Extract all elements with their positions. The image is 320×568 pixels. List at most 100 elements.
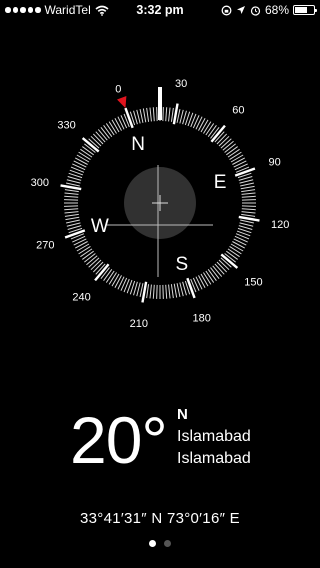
dial-tick [179,109,184,124]
dial-tick [224,143,236,153]
dial-tick [203,272,212,285]
dial-tick [230,243,244,252]
heading-readout: 20° N Islamabad Islamabad [0,400,320,480]
page-control[interactable] [0,540,320,547]
dial-tick [176,283,181,298]
dial-tick [233,238,247,246]
dial-tick [170,284,174,299]
page-dot-compass[interactable] [149,540,156,547]
degree-label: 180 [193,313,211,325]
battery-percent: 68% [264,3,289,17]
dial-tick [117,276,125,290]
dial-tick [64,195,79,198]
dial-tick [241,195,256,198]
degree-label: 60 [232,105,244,117]
dial-tick [103,125,113,137]
dial-tick [195,116,203,130]
dial-tick [65,219,80,224]
dial-tick [200,273,209,287]
dial-tick [136,109,141,124]
dial-tick [78,151,91,160]
dial-tick [92,133,104,145]
dial-tick [186,277,196,299]
dial-tick [239,179,254,184]
dial-tick [146,107,150,122]
dial-tick [84,253,96,263]
dial-tick [73,160,87,168]
dial-tick [226,146,238,156]
dial-tick [240,185,255,190]
dial-tick [200,119,209,133]
degree-label: 120 [271,219,289,231]
dial-tick [124,107,134,129]
dial-tick [173,283,178,298]
heading-direction: N [177,406,188,423]
dial-tick [66,222,81,227]
dial-tick [234,167,256,177]
dial-tick [195,276,203,290]
dial-tick [216,261,228,273]
dial-tick [105,123,115,136]
dial-tick [64,192,79,195]
dial-tick [214,263,225,275]
dial-tick [103,269,113,281]
dial-tick [108,272,117,285]
dial-tick [78,246,91,255]
dial-tick [198,118,206,131]
degree-label: 150 [244,276,262,288]
dial-tick [64,208,79,211]
dial-tick [146,284,150,299]
dial-tick [142,108,147,123]
dial-tick [232,157,245,165]
dial-tick [82,250,94,260]
dial-tick [86,255,98,266]
status-right: 68% [221,3,317,17]
dial-tick [92,261,104,273]
dial-tick [230,154,244,163]
dial-tick [136,282,141,297]
dial-tick [203,121,212,134]
degree-label: 210 [130,318,148,330]
dial-tick [207,125,217,137]
dial-tick [226,250,238,260]
degree-label: 300 [31,177,49,189]
dial-tick [227,248,240,258]
dial-tick [198,275,206,288]
dial-tick [232,241,245,249]
dial-tick [240,182,255,187]
degree-label: 270 [36,240,54,252]
degree-label: 0 [115,83,121,95]
dial-tick [114,118,122,131]
dial-tick [64,213,79,217]
dial-tick [241,211,256,214]
dial-tick [227,148,240,158]
dial-tick [241,189,256,193]
dial-tick [216,133,228,145]
status-bar: WaridTel 3:32 pm 68% [0,0,320,20]
gps-coordinates: 33°41′31″ N 73°0′16″ E [80,510,240,527]
dial-tick [64,211,79,214]
dial-tick [239,222,254,227]
dial-tick [207,269,217,281]
dial-tick [170,107,174,122]
dial-tick [165,284,168,299]
dial-tick [220,138,232,149]
dial-tick [111,119,120,133]
page-dot-level[interactable] [164,540,171,547]
dial-tick [64,189,79,193]
dial-tick [75,157,88,165]
dial-tick [240,219,255,224]
compass-dial[interactable]: 0 30 60 90 120 150 180 210 240 270 300 330 N E S W [0,60,320,380]
dial-tick [100,127,110,139]
dial-tick [76,154,90,163]
dial-tick [139,108,144,123]
dial-tick [65,182,80,187]
location-arrow-icon [236,6,245,14]
dial-tick [108,121,117,134]
dial-tick [168,284,171,299]
dial-tick [66,179,81,184]
dial-tick [212,265,223,277]
cardinal-label-n: N [131,134,145,155]
dial-tick [168,107,171,122]
dial-tick [241,192,256,195]
